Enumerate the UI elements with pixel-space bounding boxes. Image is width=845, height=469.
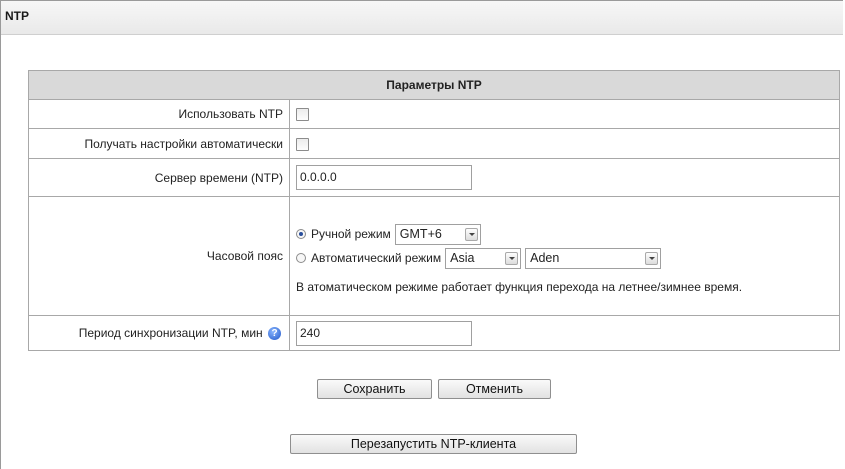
chevron-down-icon [464, 227, 478, 241]
restart-ntp-button[interactable]: Перезапустить NTP-клиента [290, 434, 577, 454]
gmt-offset-select[interactable]: GMT+6 [394, 223, 481, 245]
use-ntp-label: Использовать NTP [28, 99, 290, 129]
timezone-note: В атоматическом режиме работает функция … [296, 280, 743, 294]
city-value: Aden [530, 251, 560, 265]
panel-title: NTP [1, 1, 843, 35]
sync-period-input[interactable]: 240 [296, 320, 472, 346]
manual-mode-radio[interactable] [296, 229, 306, 239]
timezone-label: Часовой пояс [28, 196, 290, 316]
auto-settings-label: Получать настройки автоматически [28, 128, 290, 159]
auto-mode-radio[interactable] [296, 253, 306, 263]
cancel-button[interactable]: Отменить [438, 379, 551, 399]
region-select[interactable]: Asia [445, 247, 522, 269]
chevron-down-icon [505, 251, 519, 265]
use-ntp-checkbox[interactable] [296, 108, 309, 122]
chevron-down-icon [645, 251, 659, 265]
ntp-server-label: Сервер времени (NTP) [28, 158, 290, 197]
region-value: Asia [450, 251, 475, 265]
auto-settings-checkbox[interactable] [296, 137, 309, 151]
auto-mode-label: Автоматический режим [311, 251, 442, 265]
ntp-panel: NTP Параметры NTP Использовать NTP Получ… [0, 0, 843, 469]
city-select[interactable]: Aden [525, 247, 662, 269]
question-icon[interactable]: ? [268, 327, 281, 341]
manual-mode-label: Ручной режим [311, 227, 391, 241]
ntp-params-table: Параметры NTP Использовать NTP Получать … [27, 70, 841, 351]
sync-period-label: Период синхронизации NTP, мин [78, 325, 263, 340]
save-button[interactable]: Сохранить [317, 379, 432, 399]
ntp-server-input[interactable]: 0.0.0.0 [296, 165, 472, 190]
table-header: Параметры NTP [27, 70, 841, 100]
gmt-offset-value: GMT+6 [399, 227, 442, 241]
